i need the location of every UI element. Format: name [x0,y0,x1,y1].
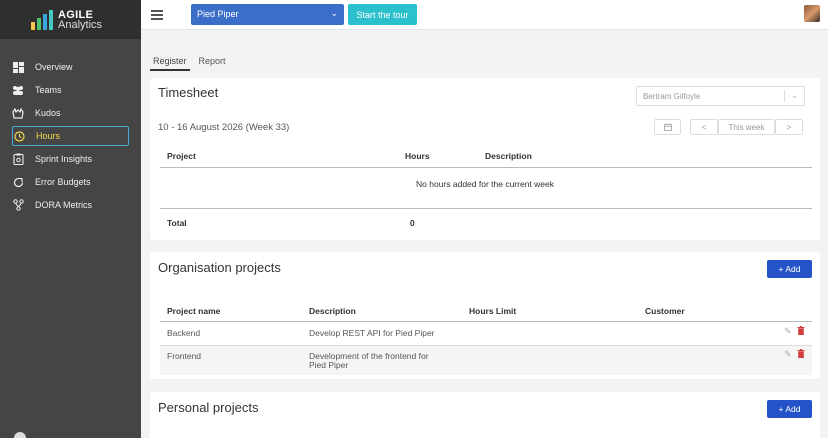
sidebar: AGILE Analytics Overview Teams Kudos Hou… [0,0,141,438]
sidebar-item-label: Kudos [35,108,61,118]
column-header-hours-limit: Hours Limit [469,306,517,316]
select-divider [784,90,785,102]
top-bar: Pied Piper ⌄ Start the tour [141,0,828,30]
empty-message: No hours added for the current week [416,179,554,189]
add-organisation-project-button[interactable]: + Add [767,260,812,278]
sidebar-item-label: DORA Metrics [35,200,93,210]
project-name-cell: Backend [167,328,201,338]
error-budget-icon [12,176,24,188]
edit-pencil-icon[interactable]: ✎ [784,326,792,337]
team-select[interactable]: Pied Piper ⌄ [191,4,344,25]
kudos-hands-icon [12,107,24,119]
sidebar-item-error-budgets[interactable]: Error Budgets [12,172,129,192]
total-value: 0 [410,218,415,228]
user-select[interactable]: Bertram Gilfoyle ⌄ [636,86,805,106]
dashboard-icon [12,61,24,73]
logo-bars-icon [31,9,53,30]
project-name-cell: Frontend [167,351,202,361]
user-profile-icon[interactable] [14,432,26,438]
table-row: Frontend Development of the frontend for… [160,346,812,375]
project-description-cell: Develop REST API for Pied Piper [309,328,435,338]
organisation-projects-title: Organisation projects [158,260,281,275]
table-header-divider [160,167,812,168]
organisation-projects-card: Organisation projects + Add Project name… [150,252,820,379]
column-header-customer: Customer [645,306,685,316]
sidebar-item-label: Teams [35,85,62,95]
page-tabs: Register Report [150,56,235,71]
team-select-value: Pied Piper [197,9,239,19]
column-header-project-name: Project name [167,306,221,316]
sidebar-item-label: Error Budgets [35,177,91,187]
personal-projects-card: Personal projects + Add [150,392,820,438]
week-label: 10 - 16 August 2026 (Week 33) [158,122,290,133]
menu-hamburger-icon[interactable] [151,10,163,22]
next-week-button[interactable]: > [775,119,803,135]
user-select-value: Bertram Gilfoyle [643,92,701,101]
sidebar-item-overview[interactable]: Overview [12,57,129,77]
timesheet-title: Timesheet [158,85,219,100]
column-header-project: Project [167,151,196,161]
edit-pencil-icon[interactable]: ✎ [784,349,792,360]
sidebar-item-dora-metrics[interactable]: DORA Metrics [12,195,129,215]
column-header-description: Description [485,151,532,161]
personal-projects-title: Personal projects [158,400,259,415]
table-header-divider [160,321,812,322]
logo-text-line1: AGILE [58,8,94,21]
tab-register[interactable]: Register [150,56,190,71]
sidebar-item-teams[interactable]: Teams [12,80,129,100]
calendar-icon [663,123,672,131]
calendar-button[interactable] [654,119,681,135]
total-divider [160,208,812,209]
teams-icon [12,84,24,96]
start-tour-button[interactable]: Start the tour [348,4,417,25]
dora-metrics-icon [12,199,24,211]
sidebar-item-label: Overview [35,62,73,72]
sidebar-item-sprint-insights[interactable]: Sprint Insights [12,149,129,169]
sidebar-nav: Overview Teams Kudos Hours Sprint Insigh… [0,57,141,215]
clock-icon [13,130,25,142]
this-week-button[interactable]: This week [718,119,775,135]
tab-report[interactable]: Report [196,56,229,71]
sidebar-item-hours[interactable]: Hours [12,126,129,146]
avatar[interactable] [804,5,820,22]
chevron-down-icon: ⌄ [791,91,798,100]
add-personal-project-button[interactable]: + Add [767,400,812,418]
chevron-down-icon: ⌄ [330,8,338,18]
logo-text-line2: Analytics [58,18,103,31]
project-description-line2: Pied Piper [309,360,349,370]
column-header-description: Description [309,306,356,316]
previous-week-button[interactable]: < [690,119,718,135]
sidebar-item-label: Hours [36,131,61,141]
sidebar-item-label: Sprint Insights [35,154,93,164]
sprint-insights-icon [12,153,24,165]
total-label: Total [167,218,187,228]
column-header-hours: Hours [405,151,430,161]
app-logo[interactable]: AGILE Analytics [0,0,141,39]
delete-trash-icon[interactable] [797,349,805,360]
delete-trash-icon[interactable] [797,326,805,337]
sidebar-item-kudos[interactable]: Kudos [12,103,129,123]
